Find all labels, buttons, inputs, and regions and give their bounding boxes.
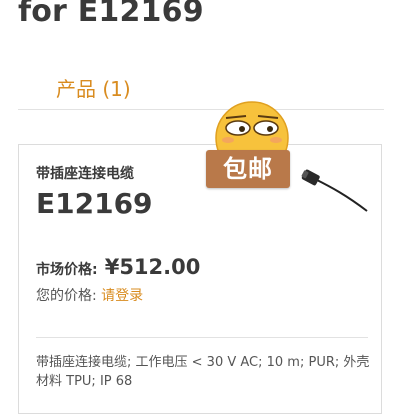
your-price-row: 您的价格: 请登录 [36, 285, 143, 305]
sticker-label: 包邮 [206, 150, 290, 188]
login-link[interactable]: 请登录 [101, 288, 143, 304]
free-shipping-sticker: 包邮 [202, 100, 298, 192]
market-price-row: 市场价格: ¥512.00 [36, 255, 200, 279]
market-price-value: ¥512.00 [104, 255, 201, 279]
market-price-label: 市场价格: [36, 262, 98, 278]
tab-products[interactable]: 产品 (1) [56, 73, 131, 102]
product-card: 带插座连接电缆 E12169 市场价格: ¥512.00 您的价格: 请登录 带… [18, 144, 382, 414]
product-code[interactable]: E12169 [36, 187, 153, 220]
page-title: for E12169 [18, 0, 204, 29]
product-description: 带插座连接电缆; 工作电压 < 30 V AC; 10 m; PUR; 外壳材料… [36, 355, 370, 389]
cable-connector-icon[interactable] [301, 167, 373, 217]
product-name[interactable]: 带插座连接电缆 [36, 163, 134, 183]
tab-bar: 产品 (1) [18, 64, 384, 110]
your-price-label: 您的价格: [36, 288, 97, 304]
divider [36, 337, 368, 338]
